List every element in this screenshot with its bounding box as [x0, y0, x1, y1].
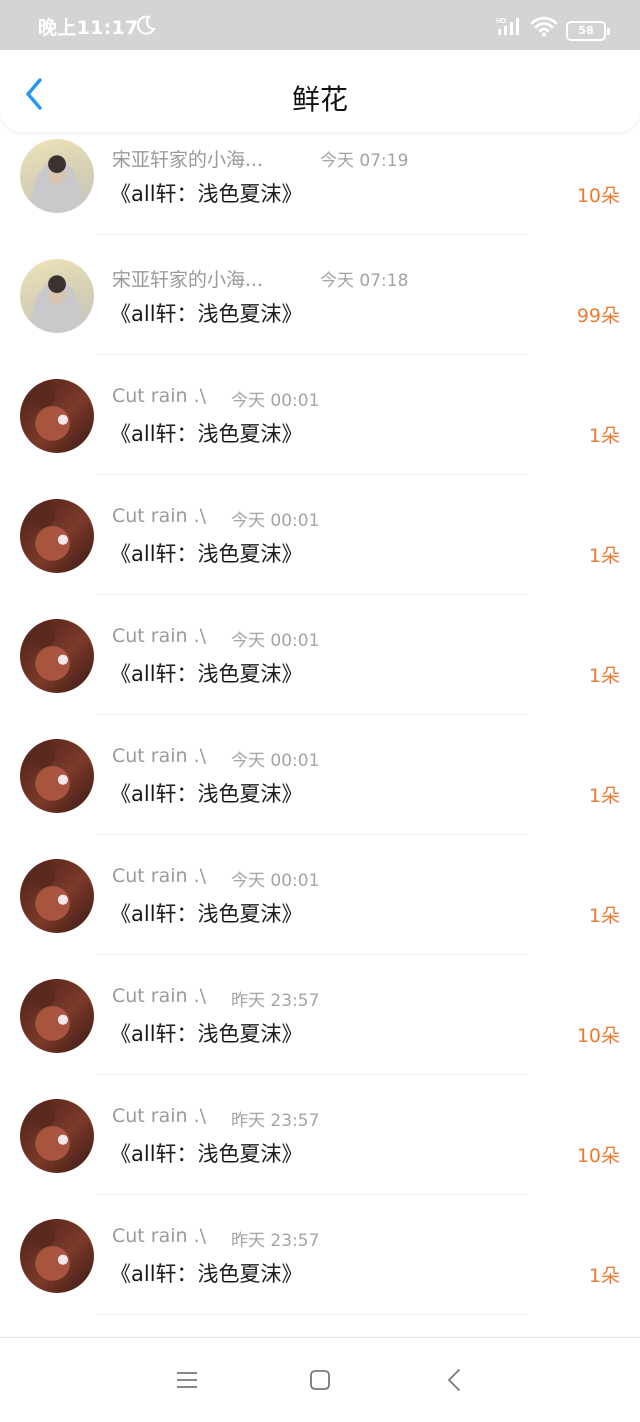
sender-name[interactable]: Cut rain .\: [112, 385, 206, 407]
gift-row[interactable]: 宋亚轩家的小海... 今天 07:18 《all轩：浅色夏沫》 99朵: [0, 240, 640, 360]
avatar[interactable]: [20, 859, 94, 933]
battery-icon: 58: [566, 21, 610, 41]
gift-row[interactable]: Cut rain .\ 今天 00:01 《all轩：浅色夏沫》 1朵: [0, 480, 640, 600]
row-divider: [96, 354, 528, 355]
sender-name[interactable]: Cut rain .\: [112, 1105, 206, 1127]
work-title[interactable]: 《all轩：浅色夏沫》: [110, 1138, 303, 1168]
gift-time: 今天 00:01: [231, 511, 320, 531]
work-title[interactable]: 《all轩：浅色夏沫》: [110, 1258, 303, 1288]
work-title[interactable]: 《all轩：浅色夏沫》: [110, 418, 303, 448]
work-title[interactable]: 《all轩：浅色夏沫》: [110, 898, 303, 928]
work-title[interactable]: 《all轩：浅色夏沫》: [110, 298, 303, 328]
flower-count: 99朵: [576, 305, 620, 327]
row-divider: [96, 234, 528, 235]
sender-name[interactable]: Cut rain .\: [112, 985, 206, 1007]
row-divider: [96, 594, 528, 595]
sender-name[interactable]: Cut rain .\: [112, 1225, 206, 1247]
page-title: 鲜花: [291, 83, 348, 116]
home-square-icon[interactable]: [309, 1369, 331, 1391]
avatar[interactable]: [20, 739, 94, 813]
sender-name[interactable]: 宋亚轩家的小海...: [112, 145, 263, 172]
flower-count: 1朵: [588, 545, 620, 567]
flower-count: 10朵: [576, 185, 620, 207]
sender-name[interactable]: 宋亚轩家的小海...: [112, 265, 263, 292]
svg-text:HD: HD: [496, 18, 506, 25]
avatar[interactable]: [20, 619, 94, 693]
sender-name[interactable]: Cut rain .\: [112, 745, 206, 767]
gift-row[interactable]: Cut rain .\ 昨天 23:57 《all轩：浅色夏沫》 1朵: [0, 1200, 640, 1320]
flower-count: 1朵: [588, 905, 620, 927]
gift-time: 今天 00:01: [231, 391, 320, 411]
gift-row[interactable]: Cut rain .\ 昨天 23:57 《all轩：浅色夏沫》 10朵: [0, 1080, 640, 1200]
gift-row[interactable]: Cut rain .\ 今天 00:01 《all轩：浅色夏沫》 1朵: [0, 360, 640, 480]
sender-name[interactable]: Cut rain .\: [112, 505, 206, 527]
flower-count: 10朵: [576, 1025, 620, 1047]
row-divider: [96, 474, 528, 475]
status-bar: 晚上11:17 HD 58: [0, 0, 640, 50]
gift-time: 昨天 23:57: [231, 1231, 320, 1251]
avatar[interactable]: [20, 139, 94, 213]
gift-row[interactable]: 宋亚轩家的小海... 今天 07:19 《all轩：浅色夏沫》 10朵: [0, 120, 640, 240]
gift-row[interactable]: Cut rain .\ 今天 00:01 《all轩：浅色夏沫》 1朵: [0, 600, 640, 720]
flower-count: 1朵: [588, 665, 620, 687]
gift-row[interactable]: Cut rain .\ 今天 00:01 《all轩：浅色夏沫》 1朵: [0, 840, 640, 960]
flower-count: 1朵: [588, 425, 620, 447]
avatar[interactable]: [20, 1219, 94, 1293]
wifi-icon: [530, 16, 558, 37]
flower-count: 1朵: [588, 785, 620, 807]
hd-signal-icon: HD: [496, 18, 519, 35]
gift-time: 今天 00:01: [231, 631, 320, 651]
avatar[interactable]: [20, 379, 94, 453]
menu-icon[interactable]: [176, 1370, 198, 1390]
gift-list: 宋亚轩家的小海... 今天 07:19 《all轩：浅色夏沫》 10朵 宋亚轩家的小海.…: [0, 120, 640, 1337]
avatar[interactable]: [20, 499, 94, 573]
work-title[interactable]: 《all轩：浅色夏沫》: [110, 658, 303, 688]
gift-time: 昨天 23:57: [231, 991, 320, 1011]
gift-row[interactable]: [0, 1320, 640, 1337]
work-title[interactable]: 《all轩：浅色夏沫》: [110, 1018, 303, 1048]
row-divider: [96, 1074, 528, 1075]
work-title[interactable]: 《all轩：浅色夏沫》: [110, 538, 303, 568]
moon-icon: [136, 15, 156, 35]
gift-row[interactable]: Cut rain .\ 昨天 23:57 《all轩：浅色夏沫》 10朵: [0, 960, 640, 1080]
back-triangle-icon[interactable]: [445, 1368, 463, 1392]
work-title[interactable]: 《all轩：浅色夏沫》: [110, 178, 303, 208]
system-nav-bar: [0, 1337, 640, 1422]
status-time: 晚上11:17: [38, 17, 139, 39]
gift-time: 今天 07:19: [320, 151, 409, 171]
battery-level: 58: [578, 24, 594, 37]
avatar[interactable]: [20, 1099, 94, 1173]
sender-name[interactable]: Cut rain .\: [112, 865, 206, 887]
row-divider: [96, 714, 528, 715]
row-divider: [96, 834, 528, 835]
gift-time: 昨天 23:57: [231, 1111, 320, 1131]
flower-count: 1朵: [588, 1265, 620, 1287]
gift-time: 今天 07:18: [320, 271, 409, 291]
row-divider: [96, 1194, 528, 1195]
header: 鲜花: [0, 50, 640, 132]
avatar[interactable]: [20, 259, 94, 333]
gift-time: 今天 00:01: [231, 751, 320, 771]
gift-row[interactable]: Cut rain .\ 今天 00:01 《all轩：浅色夏沫》 1朵: [0, 720, 640, 840]
avatar[interactable]: [20, 979, 94, 1053]
sender-name[interactable]: Cut rain .\: [112, 625, 206, 647]
row-divider: [96, 1314, 528, 1315]
work-title[interactable]: 《all轩：浅色夏沫》: [110, 778, 303, 808]
gift-time: 今天 00:01: [231, 871, 320, 891]
flower-count: 10朵: [576, 1145, 620, 1167]
row-divider: [96, 954, 528, 955]
